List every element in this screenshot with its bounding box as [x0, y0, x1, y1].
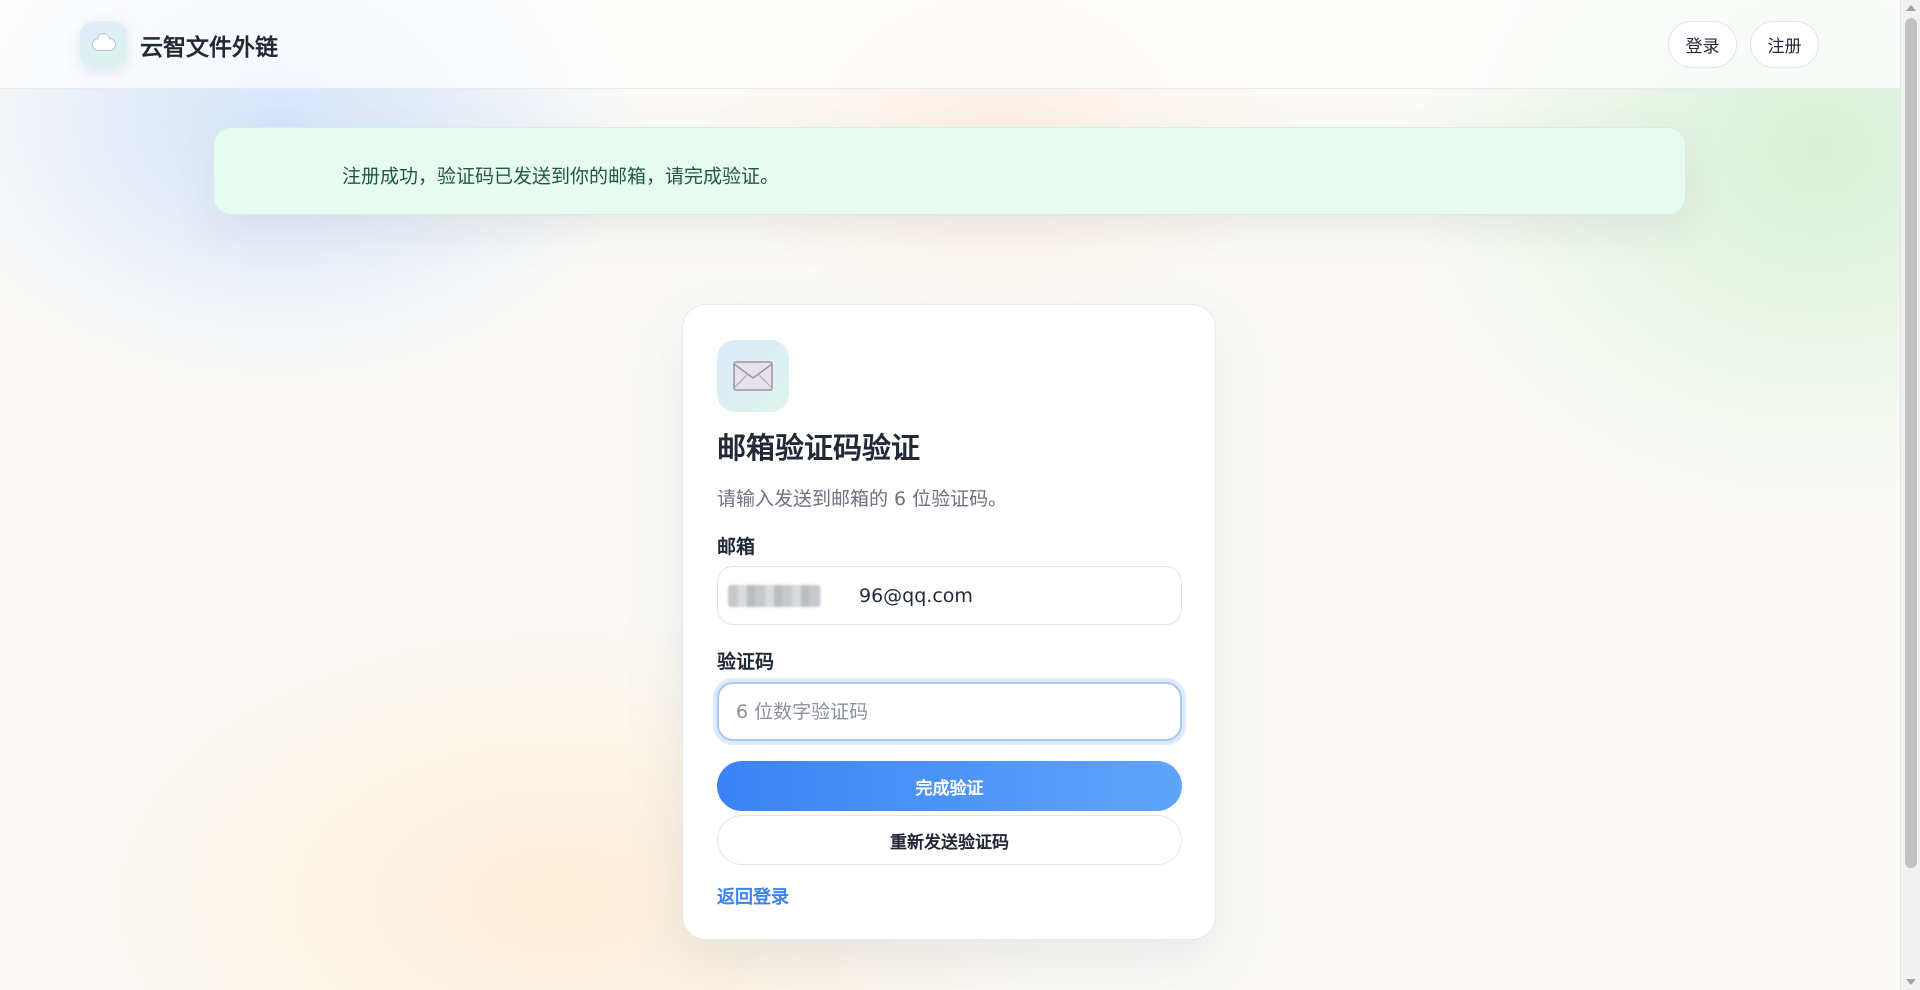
- verification-card: 邮箱验证码验证 请输入发送到邮箱的 6 位验证码。 邮箱 验证码 完成验证 重新…: [682, 304, 1216, 940]
- verification-code-field[interactable]: [717, 682, 1182, 741]
- brand-name: 云智文件外链: [140, 34, 278, 61]
- scrollbar-thumb[interactable]: [1905, 18, 1917, 868]
- envelope-icon: [733, 361, 773, 391]
- cloud-icon: [91, 38, 116, 51]
- page: 云智文件外链 登录 注册 注册成功，验证码已发送到你的邮箱，请完成验证。 邮箱验…: [0, 0, 1900, 990]
- complete-verification-button[interactable]: 完成验证: [717, 761, 1182, 811]
- success-alert: 注册成功，验证码已发送到你的邮箱，请完成验证。: [213, 127, 1686, 215]
- brand-logo: [80, 21, 127, 68]
- vertical-scrollbar[interactable]: [1900, 0, 1920, 990]
- email-label: 邮箱: [717, 536, 756, 558]
- scroll-down-arrow-icon[interactable]: [1906, 979, 1916, 985]
- envelope-icon-tile: [717, 340, 789, 412]
- register-button[interactable]: 注册: [1750, 21, 1819, 68]
- card-title: 邮箱验证码验证: [717, 431, 921, 465]
- redacted-email-prefix: [728, 585, 821, 607]
- brand[interactable]: 云智文件外链: [80, 21, 278, 68]
- resend-code-button[interactable]: 重新发送验证码: [717, 815, 1182, 865]
- card-subtitle: 请输入发送到邮箱的 6 位验证码。: [717, 488, 1008, 510]
- top-nav-bar: 云智文件外链 登录 注册: [0, 0, 1900, 89]
- back-to-login-link[interactable]: 返回登录: [717, 883, 789, 909]
- code-label: 验证码: [717, 651, 775, 673]
- alert-message: 注册成功，验证码已发送到你的邮箱，请完成验证。: [342, 165, 780, 188]
- scroll-up-arrow-icon[interactable]: [1906, 5, 1916, 11]
- login-button[interactable]: 登录: [1668, 21, 1737, 68]
